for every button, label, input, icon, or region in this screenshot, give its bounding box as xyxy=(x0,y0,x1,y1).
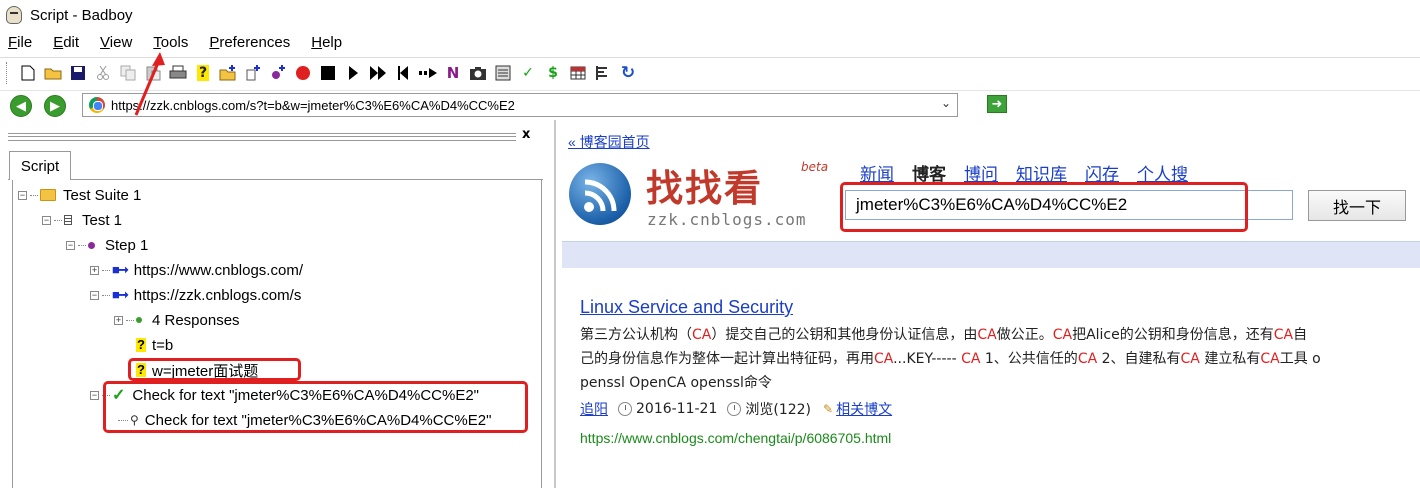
tree-node-step[interactable]: − Step 1 xyxy=(66,234,148,256)
step-icon xyxy=(88,241,95,249)
site-domain: zzk.cnblogs.com xyxy=(647,210,807,229)
tree-node-suite[interactable]: − Test Suite 1 xyxy=(18,184,141,206)
rewind-icon[interactable] xyxy=(392,61,414,85)
n-icon[interactable]: N xyxy=(442,61,464,85)
help-icon[interactable]: ? xyxy=(192,61,214,85)
result-url[interactable]: https://www.cnblogs.com/chengtai/p/60867… xyxy=(580,430,891,446)
post-date: 2016-11-21 xyxy=(636,401,718,417)
table-icon[interactable] xyxy=(567,61,589,85)
chrome-icon xyxy=(89,97,105,113)
new-icon[interactable] xyxy=(17,61,39,85)
result-meta: 追阳 2016-11-21 浏览(122) ✎ 相关博文 xyxy=(580,399,892,419)
close-icon[interactable]: x xyxy=(522,127,530,142)
window-title: Script - Badboy xyxy=(30,6,133,24)
menu-file[interactable]: File xyxy=(6,34,34,51)
tree-node-request-2[interactable]: − ■➞ https://zzk.cnblogs.com/s xyxy=(90,284,301,306)
back-arrow-icon: ◀ xyxy=(16,98,26,114)
search-button[interactable]: 找一下 xyxy=(1308,190,1406,221)
toolbar-grip[interactable] xyxy=(6,61,9,84)
pencil-icon: ✎ xyxy=(823,402,834,416)
request-arrow-icon: ■➞ xyxy=(112,262,129,277)
back-button[interactable]: ◀ xyxy=(10,95,32,117)
highlight-box-search xyxy=(840,182,1248,232)
test-icon xyxy=(64,215,72,225)
tree-node-test[interactable]: − Test 1 xyxy=(42,209,122,231)
refresh-icon[interactable]: ↻ xyxy=(617,61,639,85)
url-text: https://zzk.cnblogs.com/s?t=b&w=jmeter%C… xyxy=(111,97,515,113)
collapse-icon[interactable]: − xyxy=(42,215,51,225)
print-icon[interactable] xyxy=(167,61,189,85)
badboy-app-icon xyxy=(6,6,22,24)
site-logo-text: 找找看 xyxy=(646,166,763,210)
fast-forward-icon[interactable] xyxy=(367,61,389,85)
go-button[interactable]: ➜ xyxy=(987,95,1007,113)
request-arrow-icon: ■➞ xyxy=(112,287,129,302)
collapse-icon[interactable]: − xyxy=(90,290,99,300)
menu-preferences[interactable]: Preferences xyxy=(207,34,292,51)
forward-button[interactable]: ▶ xyxy=(44,95,66,117)
menu-edit[interactable]: Edit xyxy=(51,34,81,51)
results-band xyxy=(562,241,1420,268)
tree-node-request-1[interactable]: + ■➞ https://www.cnblogs.com/ xyxy=(90,259,303,281)
copy-icon[interactable] xyxy=(117,61,139,85)
variable-icon[interactable]: $ xyxy=(542,61,564,85)
menu-bar: File Edit View Tools Preferences Help xyxy=(0,30,1420,54)
author-link[interactable]: 追阳 xyxy=(580,399,608,419)
add-test-icon[interactable] xyxy=(242,61,264,85)
forward-arrow-icon: ▶ xyxy=(50,98,60,114)
panel-grip[interactable] xyxy=(8,133,516,141)
highlight-box-checks xyxy=(103,381,528,433)
result-snippet: 第三方公认机构（CA）提交自己的公钥和其他身份认证信息，由CA做公正。CA把Al… xyxy=(580,327,1321,391)
browser-view: « 博客园首页 找找看 beta zzk.cnblogs.com 新闻 博客 博… xyxy=(560,120,1420,488)
result-title-link[interactable]: Linux Service and Security xyxy=(580,297,793,318)
related-posts-link[interactable]: 相关博文 xyxy=(836,399,892,419)
toolbar: ? N ✓ $ ↻ xyxy=(0,57,1420,87)
highlight-box-param xyxy=(128,358,301,381)
clock-icon xyxy=(618,402,632,416)
view-count: 浏览(122) xyxy=(745,402,812,418)
menu-view[interactable]: View xyxy=(98,34,134,51)
report-icon[interactable] xyxy=(492,61,514,85)
play-icon[interactable] xyxy=(342,61,364,85)
paste-icon[interactable] xyxy=(142,61,164,85)
snapshot-icon[interactable] xyxy=(467,61,489,85)
title-bar: Script - Badboy xyxy=(0,0,1420,30)
add-step-icon[interactable] xyxy=(267,61,289,85)
menu-tools[interactable]: Tools xyxy=(151,34,190,51)
cut-icon[interactable] xyxy=(92,61,114,85)
chevron-down-icon[interactable]: ⌄ xyxy=(941,96,951,110)
save-icon[interactable] xyxy=(67,61,89,85)
expand-icon[interactable]: + xyxy=(90,265,99,275)
folder-icon xyxy=(40,189,56,201)
collapse-icon[interactable]: − xyxy=(66,240,75,250)
stop-icon[interactable] xyxy=(317,61,339,85)
tree-node-responses[interactable]: + 4 Responses xyxy=(114,309,240,331)
expand-icon[interactable]: + xyxy=(114,315,123,325)
go-arrow-icon: ➜ xyxy=(991,96,1003,112)
menu-help[interactable]: Help xyxy=(309,34,344,51)
add-suite-icon[interactable] xyxy=(217,61,239,85)
parameter-icon: ? xyxy=(136,337,146,352)
tree-node-param-t[interactable]: ? t=b xyxy=(136,334,173,356)
collapse-icon[interactable]: − xyxy=(90,390,99,400)
address-bar: ◀ ▶ https://zzk.cnblogs.com/s?t=b&w=jmet… xyxy=(0,90,1420,120)
script-panel: x Script − Test Suite 1 − Test 1 − Step … xyxy=(0,120,556,488)
open-icon[interactable] xyxy=(42,61,64,85)
beta-badge: beta xyxy=(801,160,829,174)
step-icon[interactable] xyxy=(417,61,439,85)
views-icon xyxy=(727,402,742,416)
tab-script[interactable]: Script xyxy=(9,151,71,180)
check-icon[interactable]: ✓ xyxy=(517,61,539,85)
response-icon xyxy=(136,317,142,323)
format-icon[interactable] xyxy=(592,61,614,85)
record-icon[interactable] xyxy=(292,61,314,85)
home-link[interactable]: « 博客园首页 xyxy=(568,132,650,152)
collapse-icon[interactable]: − xyxy=(18,190,27,200)
rss-logo-icon xyxy=(569,163,631,225)
url-input[interactable]: https://zzk.cnblogs.com/s?t=b&w=jmeter%C… xyxy=(82,93,958,117)
badboy-window: Script - Badboy File Edit View Tools Pre… xyxy=(0,0,1420,488)
